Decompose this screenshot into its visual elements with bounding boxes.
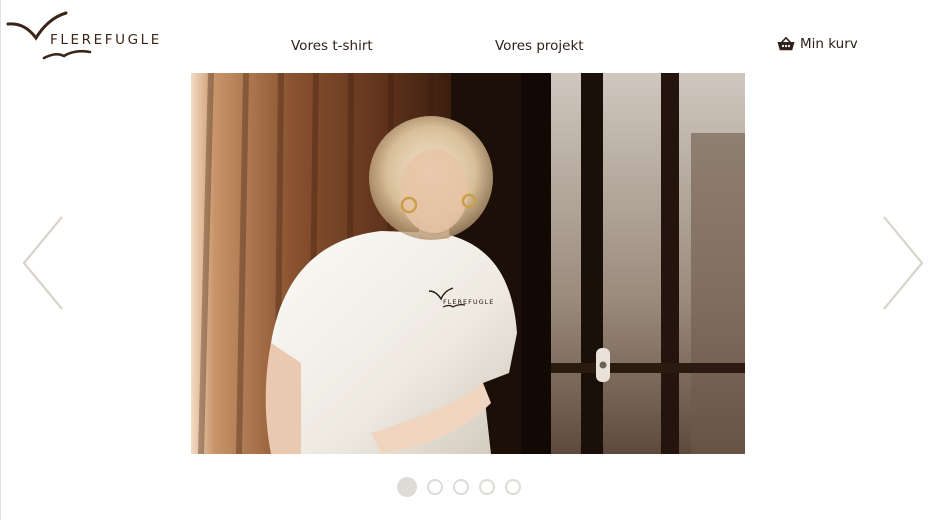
- cart-button[interactable]: Min kurv: [777, 36, 858, 52]
- left-border: [0, 0, 1, 520]
- nav-link-vores-projekt[interactable]: Vores projekt: [495, 38, 584, 54]
- carousel-dot-1[interactable]: [397, 477, 417, 497]
- carousel-prev-button[interactable]: [20, 215, 64, 311]
- carousel-dot-2[interactable]: [427, 479, 443, 495]
- brand-name: FLEREFUGLE: [50, 32, 162, 48]
- carousel-slide-image: FLEREFUGLE: [191, 73, 745, 454]
- carousel-next-button[interactable]: [882, 215, 926, 311]
- carousel-dot-5[interactable]: [505, 479, 521, 495]
- chevron-right-icon: [883, 216, 924, 310]
- carousel-dot-4[interactable]: [479, 479, 495, 495]
- carousel-dot-3[interactable]: [453, 479, 469, 495]
- basket-icon: [777, 37, 795, 51]
- shirt-print-text: FLEREFUGLE: [443, 298, 494, 306]
- nav-link-vores-tshirt[interactable]: Vores t-shirt: [291, 38, 373, 54]
- brand-logo[interactable]: FLEREFUGLE: [6, 10, 161, 65]
- chevron-left-icon: [22, 216, 63, 310]
- page: FLEREFUGLE Vores t-shirt Vores projekt M…: [0, 0, 932, 520]
- carousel-pagination: [397, 477, 521, 497]
- cart-label: Min kurv: [800, 36, 858, 52]
